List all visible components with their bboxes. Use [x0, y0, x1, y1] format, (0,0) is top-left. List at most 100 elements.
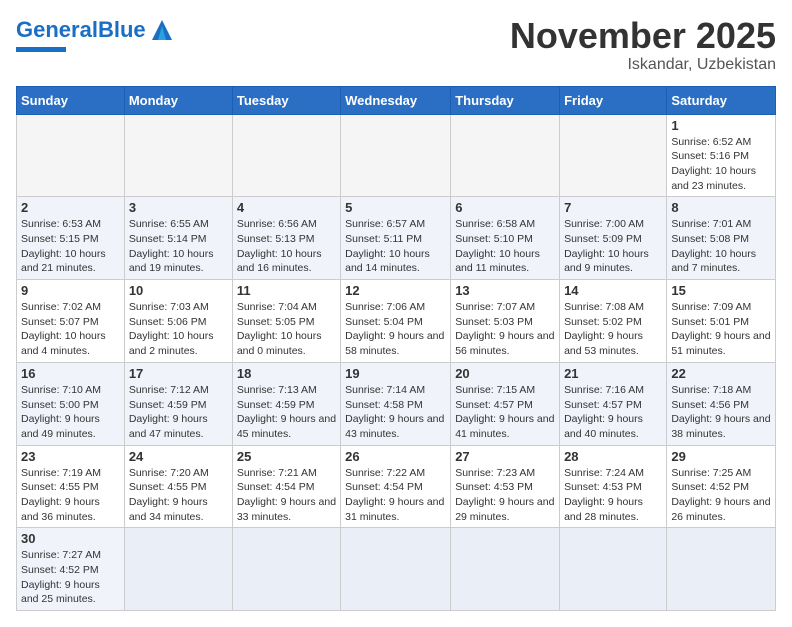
weekday-header-saturday: Saturday [667, 86, 776, 114]
day-info: Sunrise: 7:24 AM Sunset: 4:53 PM Dayligh… [564, 466, 662, 525]
calendar-cell: 28 Sunrise: 7:24 AM Sunset: 4:53 PM Dayli… [560, 445, 667, 528]
calendar-week-row: 2Sunrise: 6:53 AM Sunset: 5:15 PM Daylig… [17, 197, 776, 280]
weekday-header-monday: Monday [124, 86, 232, 114]
weekday-header-row: SundayMondayTuesdayWednesdayThursdayFrid… [17, 86, 776, 114]
day-number: 26 [345, 449, 446, 464]
day-number: 9 [21, 283, 120, 298]
calendar-cell [341, 528, 451, 611]
day-number: 6 [455, 200, 555, 215]
day-number: 29 [671, 449, 771, 464]
calendar-week-row: 23 Sunrise: 7:19 AM Sunset: 4:55 PM Dayli… [17, 445, 776, 528]
calendar-cell: 24 Sunrise: 7:20 AM Sunset: 4:55 PM Dayli… [124, 445, 232, 528]
day-info: Sunrise: 7:18 AM Sunset: 4:56 PM Dayligh… [671, 383, 771, 442]
day-info: Sunrise: 7:08 AM Sunset: 5:02 PM Dayligh… [564, 300, 662, 359]
calendar-week-row: 1 Sunrise: 6:52 AM Sunset: 5:16 PM Daylig… [17, 114, 776, 197]
day-number: 10 [129, 283, 228, 298]
day-number: 27 [455, 449, 555, 464]
weekday-header-tuesday: Tuesday [232, 86, 340, 114]
calendar-cell: 5 Sunrise: 6:57 AM Sunset: 5:11 PM Daylig… [341, 197, 451, 280]
calendar-cell: 18 Sunrise: 7:13 AM Sunset: 4:59 PM Dayli… [232, 362, 340, 445]
calendar-cell: 13 Sunrise: 7:07 AM Sunset: 5:03 PM Dayli… [451, 280, 560, 363]
day-info: Sunrise: 7:25 AM Sunset: 4:52 PM Dayligh… [671, 466, 771, 525]
calendar-cell: 20Sunrise: 7:15 AM Sunset: 4:57 PM Dayli… [451, 362, 560, 445]
calendar-week-row: 9 Sunrise: 7:02 AM Sunset: 5:07 PM Daylig… [17, 280, 776, 363]
day-number: 25 [237, 449, 336, 464]
day-number: 24 [129, 449, 228, 464]
calendar-cell [560, 114, 667, 197]
day-info: Sunrise: 7:15 AM Sunset: 4:57 PM Dayligh… [455, 383, 555, 442]
logo-bar [16, 47, 66, 52]
calendar-cell: 14 Sunrise: 7:08 AM Sunset: 5:02 PM Dayli… [560, 280, 667, 363]
calendar-week-row: 16 Sunrise: 7:10 AM Sunset: 5:00 PM Dayli… [17, 362, 776, 445]
calendar-week-row: 30 Sunrise: 7:27 AM Sunset: 4:52 PM Dayli… [17, 528, 776, 611]
day-number: 15 [671, 283, 771, 298]
day-info: Sunrise: 6:52 AM Sunset: 5:16 PM Dayligh… [671, 135, 771, 194]
calendar-cell [560, 528, 667, 611]
day-info: Sunrise: 7:09 AM Sunset: 5:01 PM Dayligh… [671, 300, 771, 359]
day-info: Sunrise: 7:16 AM Sunset: 4:57 PM Dayligh… [564, 383, 662, 442]
day-number: 2 [21, 200, 120, 215]
calendar-cell [451, 114, 560, 197]
month-title: November 2025 [510, 16, 776, 56]
calendar-cell [451, 528, 560, 611]
day-info: Sunrise: 7:12 AM Sunset: 4:59 PM Dayligh… [129, 383, 228, 442]
title-area: November 2025 Iskandar, Uzbekistan [510, 16, 776, 74]
calendar-cell: 17 Sunrise: 7:12 AM Sunset: 4:59 PM Dayli… [124, 362, 232, 445]
calendar-cell [124, 114, 232, 197]
calendar-cell: 11 Sunrise: 7:04 AM Sunset: 5:05 PM Dayli… [232, 280, 340, 363]
day-info: Sunrise: 7:01 AM Sunset: 5:08 PM Dayligh… [671, 217, 771, 276]
day-info: Sunrise: 7:13 AM Sunset: 4:59 PM Dayligh… [237, 383, 336, 442]
day-number: 13 [455, 283, 555, 298]
logo: GeneralBlue [16, 16, 176, 52]
calendar-cell [232, 528, 340, 611]
day-number: 11 [237, 283, 336, 298]
logo-text: GeneralBlue [16, 19, 146, 41]
day-number: 17 [129, 366, 228, 381]
page-header: GeneralBlue November 2025 Iskandar, Uzbe… [16, 16, 776, 74]
day-info: Sunrise: 6:58 AM Sunset: 5:10 PM Dayligh… [455, 217, 555, 276]
weekday-header-thursday: Thursday [451, 86, 560, 114]
day-number: 14 [564, 283, 662, 298]
day-info: Sunrise: 7:27 AM Sunset: 4:52 PM Dayligh… [21, 548, 120, 607]
day-number: 1 [671, 118, 771, 133]
calendar-cell: 29 Sunrise: 7:25 AM Sunset: 4:52 PM Dayli… [667, 445, 776, 528]
calendar-table: SundayMondayTuesdayWednesdayThursdayFrid… [16, 86, 776, 612]
weekday-header-wednesday: Wednesday [341, 86, 451, 114]
calendar-cell: 25 Sunrise: 7:21 AM Sunset: 4:54 PM Dayli… [232, 445, 340, 528]
day-info: Sunrise: 7:10 AM Sunset: 5:00 PM Dayligh… [21, 383, 120, 442]
day-info: Sunrise: 7:21 AM Sunset: 4:54 PM Dayligh… [237, 466, 336, 525]
calendar-cell: 10Sunrise: 7:03 AM Sunset: 5:06 PM Dayli… [124, 280, 232, 363]
day-info: Sunrise: 7:07 AM Sunset: 5:03 PM Dayligh… [455, 300, 555, 359]
day-number: 12 [345, 283, 446, 298]
day-number: 28 [564, 449, 662, 464]
day-number: 23 [21, 449, 120, 464]
calendar-cell [17, 114, 125, 197]
calendar-cell [232, 114, 340, 197]
calendar-cell [667, 528, 776, 611]
calendar-cell: 21Sunrise: 7:16 AM Sunset: 4:57 PM Dayli… [560, 362, 667, 445]
calendar-cell: 9 Sunrise: 7:02 AM Sunset: 5:07 PM Daylig… [17, 280, 125, 363]
day-info: Sunrise: 7:06 AM Sunset: 5:04 PM Dayligh… [345, 300, 446, 359]
calendar-cell: 26Sunrise: 7:22 AM Sunset: 4:54 PM Dayli… [341, 445, 451, 528]
day-info: Sunrise: 6:55 AM Sunset: 5:14 PM Dayligh… [129, 217, 228, 276]
calendar-cell: 23 Sunrise: 7:19 AM Sunset: 4:55 PM Dayli… [17, 445, 125, 528]
day-number: 5 [345, 200, 446, 215]
day-info: Sunrise: 7:00 AM Sunset: 5:09 PM Dayligh… [564, 217, 662, 276]
day-number: 3 [129, 200, 228, 215]
day-number: 7 [564, 200, 662, 215]
day-info: Sunrise: 7:20 AM Sunset: 4:55 PM Dayligh… [129, 466, 228, 525]
calendar-cell: 1 Sunrise: 6:52 AM Sunset: 5:16 PM Daylig… [667, 114, 776, 197]
day-number: 30 [21, 531, 120, 546]
day-info: Sunrise: 7:04 AM Sunset: 5:05 PM Dayligh… [237, 300, 336, 359]
day-number: 18 [237, 366, 336, 381]
calendar-cell: 19Sunrise: 7:14 AM Sunset: 4:58 PM Dayli… [341, 362, 451, 445]
weekday-header-friday: Friday [560, 86, 667, 114]
day-info: Sunrise: 7:19 AM Sunset: 4:55 PM Dayligh… [21, 466, 120, 525]
day-number: 8 [671, 200, 771, 215]
day-info: Sunrise: 7:23 AM Sunset: 4:53 PM Dayligh… [455, 466, 555, 525]
location: Iskandar, Uzbekistan [510, 56, 776, 74]
day-info: Sunrise: 7:02 AM Sunset: 5:07 PM Dayligh… [21, 300, 120, 359]
day-info: Sunrise: 6:57 AM Sunset: 5:11 PM Dayligh… [345, 217, 446, 276]
logo-blue: Blue [98, 17, 146, 42]
day-number: 16 [21, 366, 120, 381]
